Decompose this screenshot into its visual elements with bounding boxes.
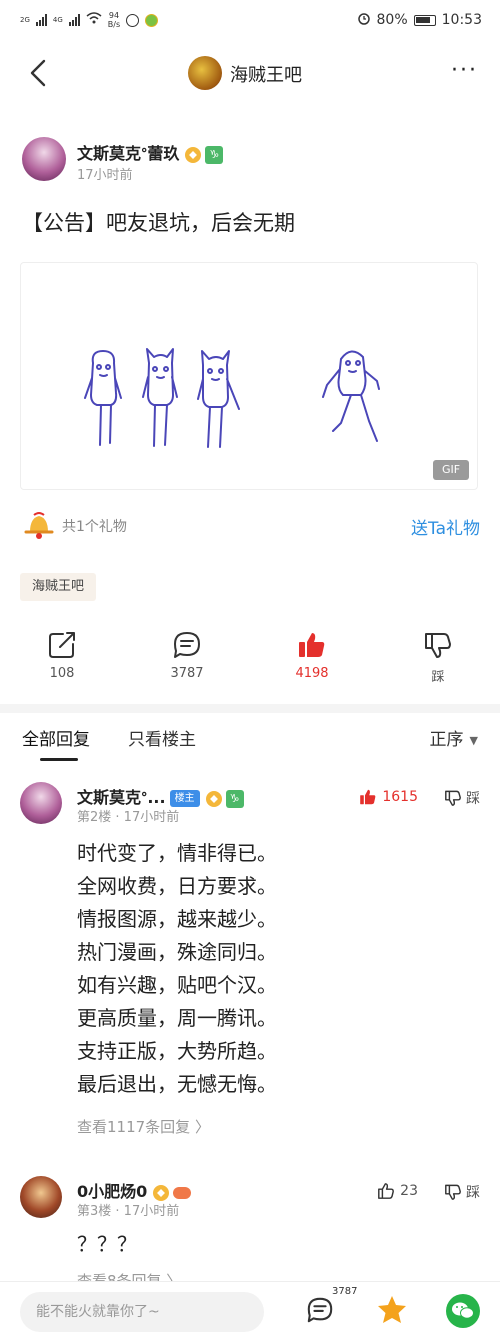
network-speed: 94 B/s xyxy=(108,11,120,29)
favorite-button[interactable] xyxy=(376,1294,408,1330)
dislike-label: 踩 xyxy=(431,670,445,685)
reply-like-button[interactable]: 1615 xyxy=(359,788,418,806)
bottom-comment-count: 3787 xyxy=(332,1286,358,1297)
reply-author-name: 文斯莫克ᐤ... xyxy=(77,788,166,807)
vip-gem-icon xyxy=(185,146,202,163)
reply-like-count: 23 xyxy=(400,1183,418,1199)
dislike-button[interactable]: 踩 xyxy=(398,630,478,685)
wifi-icon xyxy=(86,12,102,28)
reply-like-count: 1615 xyxy=(382,789,418,805)
reply-dislike-button[interactable]: 踩 xyxy=(444,1182,480,1202)
like-button[interactable]: 4198 xyxy=(272,630,352,681)
reply-content: 时代变了，情非得已。 全网收费，日方要求。 情报图源，越来越少。 热门漫画，殊途… xyxy=(77,841,277,1096)
share-button[interactable]: 108 xyxy=(22,630,102,681)
avatar[interactable] xyxy=(20,1176,62,1218)
alarm-icon xyxy=(357,11,371,29)
active-tab-indicator xyxy=(40,758,78,761)
thumbs-up-icon xyxy=(378,1183,395,1199)
share-count: 108 xyxy=(49,666,75,681)
network-type-1: 2G xyxy=(20,15,30,24)
vip-gem-icon xyxy=(205,790,222,807)
reply-dislike-label: 踩 xyxy=(466,791,480,807)
reply-dislike-button[interactable]: 踩 xyxy=(444,788,480,808)
thumbs-down-icon xyxy=(445,1184,461,1200)
gift-count: 共1个礼物 xyxy=(62,519,127,535)
reply-meta: 第2楼 · 17小时前 xyxy=(77,810,180,825)
comment-count: 3787 xyxy=(170,666,204,681)
gift-bell-icon xyxy=(24,512,54,539)
reply-tabs: 全部回复 只看楼主 正序 ▼ xyxy=(0,713,500,765)
forum-name[interactable]: 海贼王吧 xyxy=(230,61,302,87)
vip-gem-icon xyxy=(153,1184,170,1201)
notification-icon xyxy=(126,13,140,27)
forum-tag[interactable]: 海贼王吧 xyxy=(20,573,97,601)
author-name: 文斯莫克ᐤ蕾玖 xyxy=(77,144,180,163)
caret-down-icon: ▼ xyxy=(469,733,478,747)
status-bar: 2G 4G 94 B/s 80% 10:53 xyxy=(0,0,500,40)
avatar[interactable] xyxy=(20,782,62,824)
view-replies-link[interactable]: 查看1117条回复 〉 xyxy=(77,1116,210,1137)
reply-author-row[interactable]: 文斯莫克ᐤ... 楼主 ♑ xyxy=(77,784,244,808)
clock: 10:53 xyxy=(441,12,482,28)
thumbs-up-icon xyxy=(299,633,325,657)
like-count: 4198 xyxy=(295,666,329,681)
thumbs-down-icon xyxy=(445,790,461,806)
author-name-row[interactable]: 文斯莫克ᐤ蕾玖 ♑ xyxy=(77,140,224,164)
reply-content: ？？？ xyxy=(77,1232,137,1256)
more-menu-button[interactable]: ··· xyxy=(451,60,478,82)
reply-floor-3: 0小肥炀0 第3楼 · 17小时前 23 踩 ？？？ 查看8条回复 〉 xyxy=(20,1176,480,1290)
signal-icon xyxy=(35,14,47,26)
level-sign-icon: ♑ xyxy=(205,145,224,164)
gamepad-icon xyxy=(173,1186,192,1199)
comments-button[interactable] xyxy=(306,1296,334,1328)
host-badge: 楼主 xyxy=(169,790,200,807)
reply-author-row[interactable]: 0小肥炀0 xyxy=(77,1178,192,1202)
sort-label: 正序 xyxy=(429,730,464,750)
gif-image xyxy=(84,348,380,448)
send-gift-button[interactable]: 送Ta礼物 xyxy=(411,514,480,539)
post-author[interactable]: 文斯莫克ᐤ蕾玖 ♑ 17小时前 xyxy=(20,137,480,185)
section-divider xyxy=(0,704,500,713)
tab-all-replies[interactable]: 全部回复 xyxy=(22,725,90,750)
comment-button[interactable]: 3787 xyxy=(147,630,227,681)
share-icon xyxy=(49,632,75,658)
bottom-bar: 能不能火就靠你了~ 3787 xyxy=(0,1281,500,1341)
app-notification-icon xyxy=(145,13,159,27)
comment-icon xyxy=(307,1297,333,1323)
comment-input[interactable]: 能不能火就靠你了~ xyxy=(20,1292,264,1332)
sort-order-button[interactable]: 正序 ▼ xyxy=(430,725,478,750)
speed-value: 94 xyxy=(108,11,120,20)
gift-row: 共1个礼物 送Ta礼物 xyxy=(20,506,480,542)
thumbs-down-icon xyxy=(425,633,451,658)
back-button[interactable] xyxy=(22,56,56,90)
forum-logo[interactable] xyxy=(188,56,222,90)
battery-percent: 80% xyxy=(376,12,408,28)
level-sign-icon: ♑ xyxy=(225,789,244,808)
status-left: 2G 4G 94 B/s xyxy=(20,11,159,29)
reply-meta: 第3楼 · 17小时前 xyxy=(77,1204,180,1219)
post-actions: 108 3787 4198 踩 xyxy=(0,630,500,690)
reply-like-button[interactable]: 23 xyxy=(377,1182,418,1200)
top-nav: 海贼王吧 ··· xyxy=(0,44,500,102)
reply-author-name: 0小肥炀0 xyxy=(77,1182,148,1201)
avatar[interactable] xyxy=(22,137,66,181)
speed-unit: B/s xyxy=(107,20,121,29)
status-right: 80% 10:53 xyxy=(357,11,482,29)
reply-floor-2: 文斯莫克ᐤ... 楼主 ♑ 第2楼 · 17小时前 1615 踩 时代变了，情非得已… xyxy=(20,782,480,1142)
comment-icon xyxy=(174,632,200,658)
post-time: 17小时前 xyxy=(77,168,133,183)
wechat-share-button[interactable] xyxy=(446,1294,480,1328)
wechat-icon xyxy=(452,1302,474,1319)
reply-dislike-label: 踩 xyxy=(466,1185,480,1201)
gif-label: GIF xyxy=(433,460,469,480)
network-type-2: 4G xyxy=(52,15,63,24)
post-gif[interactable]: GIF xyxy=(20,262,478,490)
post-title: 【公告】吧友退坑，后会无期 xyxy=(22,211,295,235)
star-icon xyxy=(378,1296,406,1323)
chevron-left-icon xyxy=(30,59,46,87)
battery-icon xyxy=(413,14,436,26)
signal-icon-2 xyxy=(68,14,80,26)
thumbs-up-icon xyxy=(360,789,376,805)
tab-only-host[interactable]: 只看楼主 xyxy=(128,725,196,750)
